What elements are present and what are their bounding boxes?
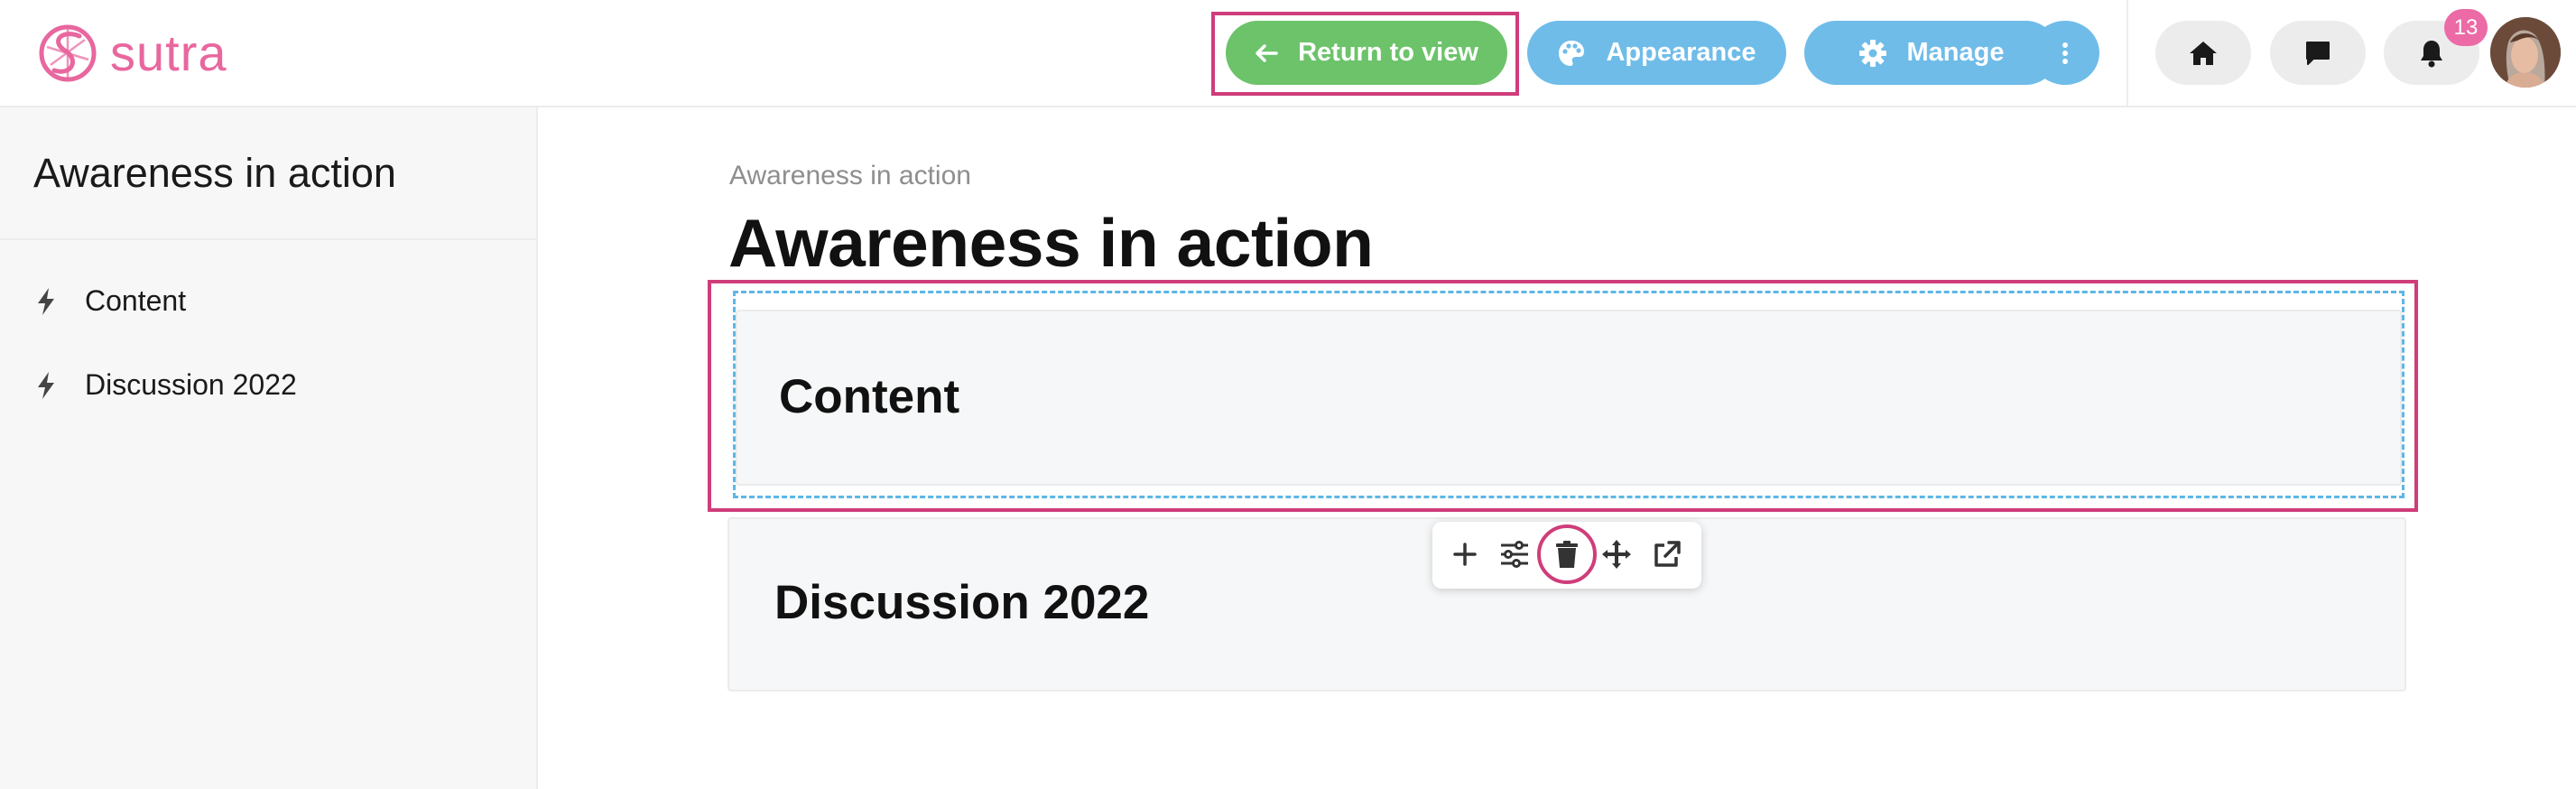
move-icon <box>1602 540 1631 569</box>
more-options-button[interactable] <box>2031 21 2099 85</box>
bolt-icon <box>38 371 54 399</box>
user-avatar[interactable] <box>2490 17 2561 88</box>
messages-button[interactable] <box>2270 21 2366 85</box>
logo-text: sutra <box>110 24 227 81</box>
sidebar-divider <box>0 238 536 240</box>
sidebar-item-label: Discussion 2022 <box>85 368 297 401</box>
avatar-photo <box>2490 17 2561 88</box>
sidebar-title: Awareness in action <box>33 150 396 196</box>
gear-icon <box>1858 39 1886 67</box>
sidebar-item-discussion-2022[interactable]: Discussion 2022 <box>36 368 297 402</box>
content-block-highlight <box>708 280 2418 512</box>
home-button[interactable] <box>2155 21 2251 85</box>
chat-icon <box>2306 41 2330 65</box>
header-divider <box>2127 0 2128 107</box>
appearance-button[interactable]: Appearance <box>1527 21 1786 85</box>
palette-icon <box>1559 40 1585 66</box>
plus-icon <box>1453 543 1477 566</box>
delete-button-highlight <box>1537 524 1597 584</box>
move-block-button[interactable] <box>1598 536 1635 572</box>
manage-label: Manage <box>1906 38 2005 67</box>
sutra-logo-icon <box>39 24 97 82</box>
breadcrumb[interactable]: Awareness in action <box>729 161 971 191</box>
add-block-button[interactable] <box>1447 536 1483 572</box>
sidebar-item-content[interactable]: Content <box>36 284 186 318</box>
sliders-icon <box>1501 541 1528 568</box>
home-icon <box>2190 41 2217 65</box>
external-link-icon <box>1654 541 1681 567</box>
notification-count-badge: 13 <box>2444 9 2488 46</box>
sidebar-item-label: Content <box>85 284 187 317</box>
open-block-button[interactable] <box>1649 536 1685 572</box>
block-title: Discussion 2022 <box>774 576 1150 629</box>
sutra-logo[interactable]: sutra <box>38 22 227 85</box>
sidebar: Awareness in action Content Discussion 2… <box>0 107 538 789</box>
manage-button[interactable]: Manage <box>1804 21 2058 85</box>
appearance-label: Appearance <box>1606 38 1756 67</box>
bolt-icon <box>38 287 54 315</box>
return-button-highlight <box>1211 12 1519 96</box>
top-bar: sutra Return to view Appearance Manage 1… <box>0 0 2576 107</box>
block-settings-button[interactable] <box>1496 536 1533 572</box>
page-title: Awareness in action <box>728 205 1374 281</box>
bell-icon <box>2421 40 2442 67</box>
vertical-dots-icon <box>2062 42 2068 64</box>
